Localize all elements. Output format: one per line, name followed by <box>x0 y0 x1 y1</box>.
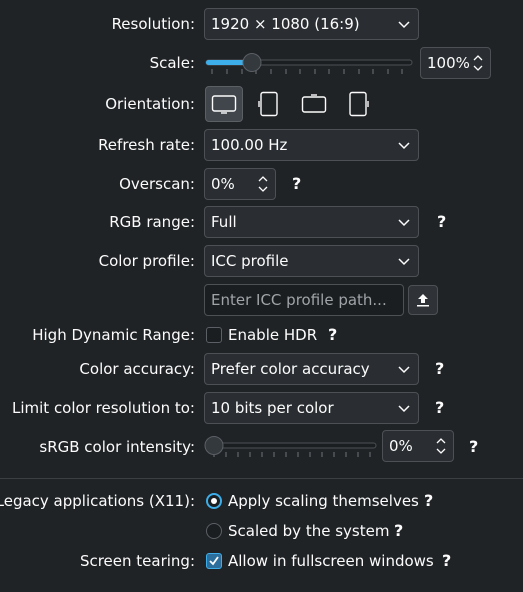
refresh-rate-value: 100.00 Hz <box>211 136 288 154</box>
icc-profile-path-input[interactable]: Enter ICC profile path... <box>204 284 404 316</box>
checkmark-icon <box>209 556 219 566</box>
overscan-label: Overscan: <box>119 175 195 193</box>
scale-label: Scale: <box>149 54 195 72</box>
overscan-spinbox[interactable]: 0% <box>204 168 276 200</box>
srgb-intensity-spinbox[interactable]: 0% <box>382 430 454 462</box>
orientation-label: Orientation: <box>105 95 195 113</box>
landscape-icon <box>211 95 237 114</box>
orientation-landscape-flipped-button[interactable] <box>295 86 333 122</box>
scaled-by-system-help-button[interactable]: ? <box>394 521 403 541</box>
color-profile-label: Color profile: <box>98 252 195 270</box>
spin-arrows-icon[interactable] <box>435 435 447 457</box>
icc-profile-path-placeholder: Enter ICC profile path... <box>211 291 387 309</box>
scaled-by-system-label[interactable]: Scaled by the system <box>228 521 389 541</box>
rgb-range-label: RGB range: <box>109 213 195 231</box>
srgb-intensity-label: sRGB color intensity: <box>39 438 195 456</box>
hdr-label: High Dynamic Range: <box>32 326 195 344</box>
color-resolution-value: 10 bits per color <box>211 399 334 417</box>
chevron-down-icon <box>398 366 410 374</box>
color-resolution-label: Limit color resolution to: <box>11 399 195 417</box>
color-resolution-combobox[interactable]: 10 bits per color <box>204 392 419 424</box>
rgb-range-help-button[interactable]: ? <box>437 212 446 232</box>
chevron-down-icon <box>398 258 410 266</box>
rgb-range-value: Full <box>211 213 237 231</box>
refresh-rate-combobox[interactable]: 100.00 Hz <box>204 129 419 161</box>
orientation-landscape-button[interactable] <box>205 86 243 122</box>
scaled-by-system-radio[interactable] <box>206 523 222 539</box>
srgb-intensity-slider[interactable] <box>204 433 380 461</box>
color-accuracy-combobox[interactable]: Prefer color accuracy <box>204 353 419 385</box>
color-profile-value: ICC profile <box>211 252 289 270</box>
resolution-label: Resolution: <box>111 15 195 33</box>
overscan-value: 0% <box>211 175 235 193</box>
color-resolution-help-button[interactable]: ? <box>435 398 444 418</box>
scale-slider[interactable] <box>204 50 416 78</box>
rgb-range-combobox[interactable]: Full <box>204 206 419 238</box>
section-divider <box>0 478 523 479</box>
spin-arrows-icon[interactable] <box>257 173 269 195</box>
portrait-flipped-icon <box>349 91 369 117</box>
color-accuracy-help-button[interactable]: ? <box>435 359 444 379</box>
chevron-down-icon <box>398 219 410 227</box>
srgb-intensity-help-button[interactable]: ? <box>469 437 478 457</box>
landscape-flipped-icon <box>301 94 327 113</box>
legacy-applications-label: Legacy applications (X11): <box>0 492 195 510</box>
color-profile-combobox[interactable]: ICC profile <box>204 245 419 277</box>
spin-arrows-icon[interactable] <box>472 52 484 74</box>
orientation-portrait-button[interactable] <box>250 86 288 122</box>
chevron-down-icon <box>398 142 410 150</box>
orientation-portrait-flipped-button[interactable] <box>339 86 377 122</box>
screen-tearing-label: Screen tearing: <box>79 552 195 570</box>
upload-icon <box>417 294 429 307</box>
srgb-intensity-value: 0% <box>389 437 413 455</box>
resolution-combobox[interactable]: 1920 × 1080 (16:9) <box>204 8 419 40</box>
refresh-rate-label: Refresh rate: <box>98 136 195 154</box>
allow-fullscreen-tearing-checkbox[interactable] <box>206 553 222 569</box>
enable-hdr-checkbox[interactable] <box>206 327 222 343</box>
portrait-icon <box>258 91 278 117</box>
overscan-help-button[interactable]: ? <box>292 174 301 194</box>
allow-fullscreen-tearing-label[interactable]: Allow in fullscreen windows <box>228 551 434 571</box>
enable-hdr-label[interactable]: Enable HDR <box>228 325 317 345</box>
chevron-down-icon <box>398 21 410 29</box>
apply-scaling-help-button[interactable]: ? <box>424 491 433 511</box>
apply-scaling-themselves-label[interactable]: Apply scaling themselves <box>228 491 419 511</box>
resolution-value: 1920 × 1080 (16:9) <box>211 15 360 33</box>
color-accuracy-value: Prefer color accuracy <box>211 360 370 378</box>
screen-tearing-help-button[interactable]: ? <box>442 551 451 571</box>
hdr-help-button[interactable]: ? <box>328 325 337 345</box>
chevron-down-icon <box>398 405 410 413</box>
apply-scaling-themselves-radio[interactable] <box>206 493 222 509</box>
icc-profile-browse-button[interactable] <box>408 285 438 315</box>
color-accuracy-label: Color accuracy: <box>79 360 195 378</box>
scale-value: 100% <box>427 54 470 72</box>
scale-spinbox[interactable]: 100% <box>420 47 491 79</box>
